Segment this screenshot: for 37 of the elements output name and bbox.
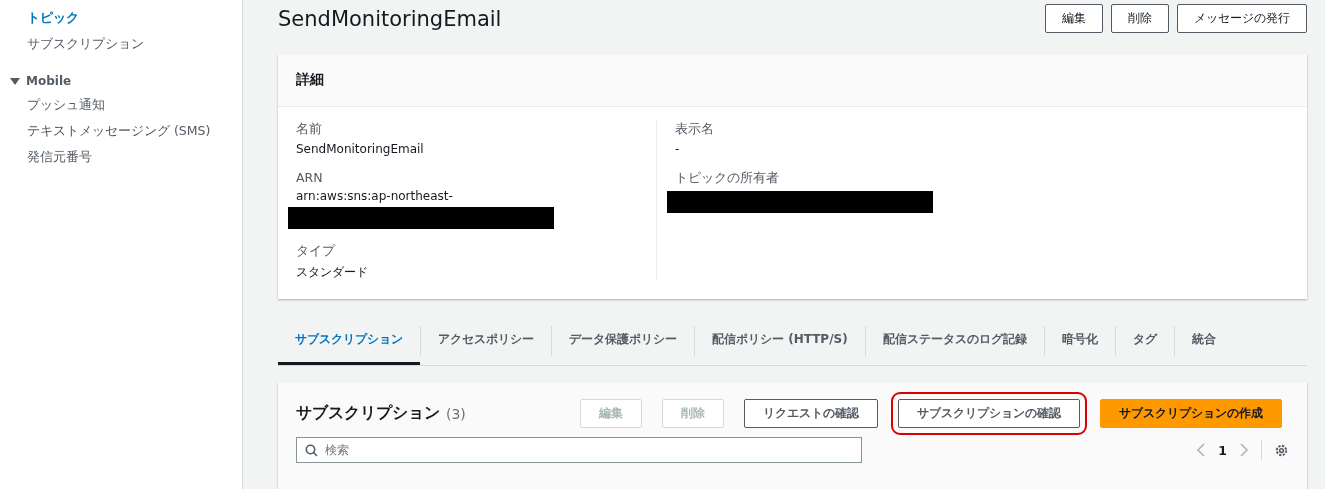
caret-down-icon[interactable] — [10, 76, 20, 86]
field-label: タイプ — [296, 243, 335, 260]
field-value: スタンダード — [296, 264, 368, 281]
field-value: arn:aws:sns:ap-northeast- — [296, 189, 453, 203]
nav-link[interactable]: テキストメッセージング (SMS) — [0, 119, 242, 145]
item-count: (3) — [446, 405, 466, 422]
action-button[interactable]: リクエストの確認 — [744, 399, 878, 428]
action-button[interactable]: サブスクリプションの確認 — [898, 399, 1080, 428]
field-label: 名前 — [296, 121, 322, 138]
card-title: 詳細 — [296, 71, 324, 87]
field-value: - — [675, 142, 680, 156]
search-field[interactable]: 検索 — [296, 437, 862, 463]
tab[interactable]: アクセスポリシー — [421, 317, 551, 365]
field-label: トピックの所有者 — [675, 170, 779, 187]
action-button[interactable]: 削除 — [1111, 4, 1169, 33]
nav-link[interactable]: トピック — [0, 6, 242, 32]
page-number[interactable]: 1 — [1218, 442, 1227, 458]
tab[interactable]: 配信ステータスのログ記録 — [865, 317, 1044, 365]
nav-link[interactable]: プッシュ通知 — [0, 93, 242, 119]
page-title: SendMonitoringEmail — [278, 6, 502, 31]
field-label: ARN — [296, 170, 323, 185]
section-heading[interactable]: Mobile — [26, 74, 72, 88]
tab[interactable]: 暗号化 — [1044, 317, 1115, 365]
tab[interactable]: 配信ポリシー (HTTP/S) — [695, 317, 865, 365]
action-button[interactable]: メッセージの発行 — [1177, 4, 1307, 33]
panel-title: サブスクリプション — [296, 403, 440, 424]
field-value: SendMonitoringEmail — [296, 142, 424, 156]
settings-icon[interactable] — [1274, 442, 1289, 458]
tab[interactable]: 統合 — [1174, 317, 1233, 365]
nav-link[interactable]: 発信元番号 — [0, 145, 242, 171]
tab[interactable]: タグ — [1115, 317, 1174, 365]
action-button[interactable]: 編集 — [1045, 4, 1103, 33]
action-button[interactable]: サブスクリプションの作成 — [1100, 399, 1282, 428]
tab[interactable]: サブスクリプション — [278, 317, 420, 365]
tab[interactable]: データ保護ポリシー — [552, 317, 694, 365]
nav-link[interactable]: サブスクリプション — [0, 32, 242, 58]
field-label: 表示名 — [675, 121, 714, 138]
